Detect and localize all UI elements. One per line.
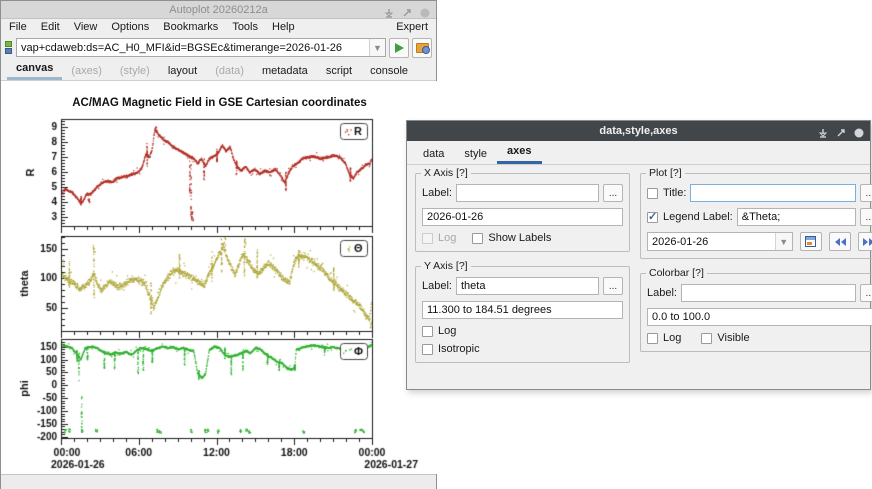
menubar: File Edit View Options Bookmarks Tools H…	[1, 19, 436, 35]
tab-canvas[interactable]: canvas	[7, 59, 62, 80]
legend-label-field[interactable]	[737, 208, 856, 226]
dialog-titlebar[interactable]: data,style,axes	[407, 121, 870, 141]
y-axis-range-field[interactable]	[422, 301, 623, 319]
x-axis-range-field[interactable]	[422, 208, 623, 226]
plot-title-more-button[interactable]: ...	[860, 184, 872, 202]
timerange-tool-button[interactable]	[800, 232, 822, 251]
step-back-icon	[833, 237, 847, 247]
properties-dialog: data,style,axes data style axes X Axis […	[406, 120, 871, 390]
uri-input[interactable]	[17, 42, 369, 54]
uri-dropdown-chevron-icon[interactable]: ▼	[369, 39, 385, 56]
colorbar-heading: Colorbar [?]	[646, 267, 707, 279]
timerange-chevron-icon: ▼	[775, 233, 792, 250]
x-axis-label-more-button[interactable]: ...	[603, 184, 623, 202]
plot-title-field[interactable]	[690, 184, 855, 202]
tab-layout[interactable]: layout	[159, 62, 206, 80]
window-title: Autoplot 20260212a	[1, 4, 436, 16]
magnetic-field-plot[interactable]	[1, 81, 438, 474]
menu-file[interactable]: File	[9, 21, 27, 33]
window-titlebar[interactable]: Autoplot 20260212a	[1, 1, 436, 19]
legend-label-checkbox[interactable]: Legend Label:	[647, 211, 733, 223]
dialog-tab-bar: data style axes	[407, 141, 870, 165]
step-forward-button[interactable]	[858, 232, 872, 251]
dialog-detach-icon[interactable]	[836, 125, 846, 135]
plot-canvas-area: AC/MAG Magnetic Field in GSE Cartesian c…	[1, 81, 436, 474]
menu-view[interactable]: View	[74, 21, 98, 33]
tab-style[interactable]: (style)	[111, 62, 159, 80]
tab-axes[interactable]: (axes)	[62, 62, 111, 80]
tab-metadata[interactable]: metadata	[253, 62, 317, 80]
autoplot-window: Autoplot 20260212a File Edit View Option…	[0, 0, 437, 489]
detach-icon[interactable]	[402, 5, 412, 15]
colorbar-group: Colorbar [?] Label: ... Log Visible	[640, 273, 872, 352]
calendar-icon	[805, 236, 816, 247]
main-tab-bar: canvas (axes) (style) layout (data) meta…	[1, 60, 436, 81]
y-axis-label-field[interactable]	[456, 277, 599, 295]
dialog-pin-icon[interactable]	[818, 125, 828, 135]
tab-data[interactable]: (data)	[206, 62, 253, 80]
plot-go-button[interactable]	[389, 38, 409, 58]
y-axis-label-caption: Label:	[422, 280, 452, 292]
status-bar	[1, 474, 436, 489]
x-axis-heading: X Axis [?]	[421, 167, 471, 179]
dialog-close-icon[interactable]	[854, 125, 864, 135]
x-axis-label-caption: Label:	[422, 187, 452, 199]
dialog-tab-style[interactable]: style	[454, 144, 497, 164]
plot-title: AC/MAG Magnetic Field in GSE Cartesian c…	[1, 97, 438, 109]
tab-script[interactable]: script	[317, 62, 361, 80]
browse-icon	[416, 43, 429, 53]
colorbar-label-caption: Label:	[647, 287, 677, 299]
pin-icon[interactable]	[384, 5, 394, 15]
window-menu-icon[interactable]	[420, 5, 430, 15]
menu-edit[interactable]: Edit	[41, 21, 60, 33]
play-icon	[395, 43, 404, 53]
colorbar-label-more-button[interactable]: ...	[860, 284, 872, 302]
address-toolbar: ▼	[1, 35, 436, 60]
colorbar-label-field[interactable]	[681, 284, 856, 302]
x-axis-show-labels-checkbox[interactable]: Show Labels	[472, 232, 551, 244]
status-led-icon	[5, 41, 13, 55]
y-axis-isotropic-checkbox[interactable]: Isotropic	[422, 343, 480, 355]
plot-heading: Plot [?]	[646, 167, 685, 179]
y-axis-heading: Y Axis [?]	[421, 260, 471, 272]
expert-menu[interactable]: Expert	[396, 21, 428, 33]
menu-bookmarks[interactable]: Bookmarks	[163, 21, 218, 33]
step-back-button[interactable]	[829, 232, 851, 251]
x-axis-label-field[interactable]	[456, 184, 599, 202]
dialog-tab-axes[interactable]: axes	[497, 141, 541, 164]
legend-label-more-button[interactable]: ...	[860, 208, 872, 226]
step-forward-icon	[862, 237, 872, 247]
menu-help[interactable]: Help	[272, 21, 295, 33]
dialog-title: data,style,axes	[407, 125, 870, 137]
plot-group: Plot [?] Title: ... Legend Label: ... 20…	[640, 173, 872, 259]
colorbar-log-checkbox[interactable]: Log	[647, 332, 681, 344]
y-axis-log-checkbox[interactable]: Log	[422, 325, 456, 337]
x-axis-group: X Axis [?] Label: ... Log Show Labels	[415, 173, 630, 252]
y-axis-label-more-button[interactable]: ...	[603, 277, 623, 295]
timerange-combobox[interactable]: 2026-01-26 ▼	[647, 232, 793, 251]
inspect-uri-button[interactable]	[412, 38, 432, 58]
plot-title-checkbox[interactable]: Title:	[647, 187, 686, 199]
menu-options[interactable]: Options	[111, 21, 149, 33]
colorbar-range-field[interactable]	[647, 308, 872, 326]
colorbar-visible-checkbox[interactable]: Visible	[701, 332, 749, 344]
menu-tools[interactable]: Tools	[232, 21, 258, 33]
y-axis-group: Y Axis [?] Label: ... Log Isotropic	[415, 266, 630, 363]
x-axis-log-checkbox[interactable]: Log	[422, 232, 456, 244]
tab-console[interactable]: console	[361, 62, 417, 80]
dialog-tab-data[interactable]: data	[413, 144, 454, 164]
